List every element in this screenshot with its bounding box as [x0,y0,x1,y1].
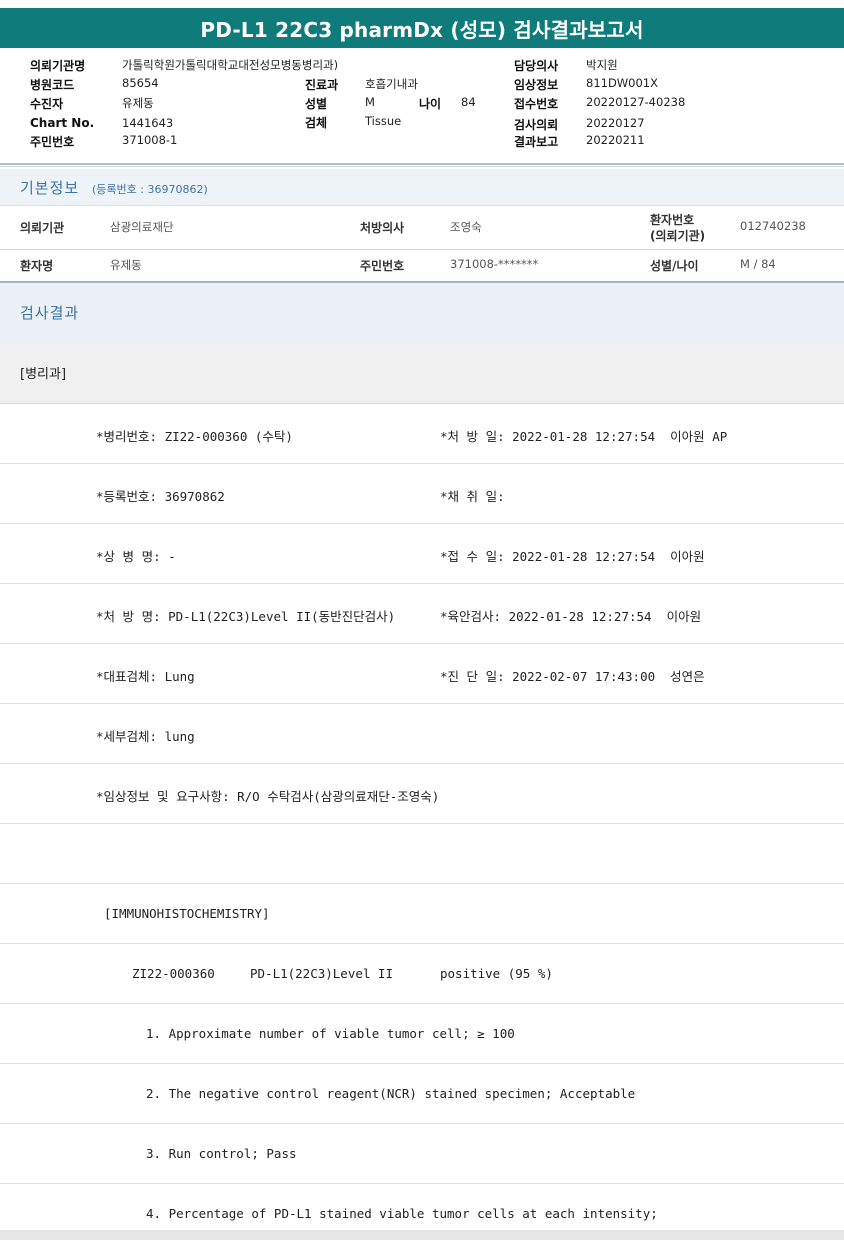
prescribing-doctor-value: 조영숙 [450,220,482,234]
pathology-dept-header: [병리과] [0,343,844,404]
rrn-row-label: 주민번호 [360,259,405,273]
blank-line [0,824,844,884]
ihc-item: 1. Approximate number of viable tumor ce… [146,1026,515,1041]
report-title: PD-L1 22C3 pharmDx (성모) 검사결과보고서 [0,8,844,48]
report-date-label: 결과보고 [514,135,559,149]
institution-label: 의뢰기관명 [30,59,86,73]
ihc-specimen-id: ZI22-000360 [132,966,215,981]
ihc-item: 3. Run control; Pass [146,1146,297,1161]
ihc-result-line: ZI22-000360 PD-L1(22C3)Level II positive… [0,944,844,1004]
ihc-item: 4. Percentage of PD-L1 stained viable tu… [146,1206,658,1221]
header-divider-thin [0,166,844,167]
age-label: 나이 [419,97,442,111]
result-line-right: *처 방 일: 2022-01-28 12:27:54 이아원 AP [440,429,728,444]
dept-value: 호흡기내과 [365,77,418,91]
clinical-value: 811DW001X [586,76,659,90]
report-date-value: 20220211 [586,133,645,147]
result-line: *병리번호: ZI22-000360 (수탁) *처 방 일: 2022-01-… [0,404,844,464]
patient-number-label: 환자번호 [650,213,695,227]
result-line: *처 방 명: PD-L1(22C3)Level II(동반진단검사) *육안검… [0,584,844,644]
result-line-left: *상 병 명: - [96,549,176,564]
result-line-right: *육안검사: 2022-01-28 12:27:54 이아원 [440,609,702,624]
chart-value: 1441643 [122,116,174,130]
result-line-right: *접 수 일: 2022-01-28 12:27:54 이아원 [440,549,705,564]
requesting-institution-label: 의뢰기관 [20,221,65,235]
rrn-row-value: 371008-******* [450,257,539,271]
ihc-header: [IMMUNOHISTOCHEMISTRY] [104,906,270,921]
specimen-value: Tissue [365,114,402,128]
sex-age-value: M / 84 [740,257,776,271]
ihc-item-line: 1. Approximate number of viable tumor ce… [0,1004,844,1064]
specimen-label: 검체 [305,116,328,130]
basic-info-row-1: 의뢰기관 삼광의료재단 처방의사 조영숙 환자번호 (의뢰기관) 0127402… [0,205,844,250]
ihc-header-line: [IMMUNOHISTOCHEMISTRY] [0,884,844,944]
doctor-label: 담당의사 [514,59,559,73]
receipt-label: 접수번호 [514,97,559,111]
result-line-left: *세부검체: lung [96,729,195,744]
receipt-value: 20220127-40238 [586,95,686,109]
patient-number-value: 012740238 [740,219,806,233]
result-line: *대표검체: Lung *진 단 일: 2022-02-07 17:43:00 … [0,644,844,704]
registration-number: (등록번호 : 36970862) [92,183,208,196]
result-line-right: *채 취 일: [440,489,505,504]
patient-name-value: 유제동 [110,258,142,272]
rrn-label: 주민번호 [30,135,75,149]
dept-label: 진료과 [305,78,339,92]
result-line-left: *등록번호: 36970862 [96,489,225,504]
result-line-left: *병리번호: ZI22-000360 (수탁) [96,429,293,444]
ihc-result-value: positive (95 %) [440,966,553,981]
basic-info-row-2: 환자명 유제동 주민번호 371008-******* 성별/나이 M / 84 [0,250,844,280]
header-divider [0,163,844,165]
ihc-item-line: 4. Percentage of PD-L1 stained viable tu… [0,1184,844,1230]
result-line-left: *대표검체: Lung [96,669,195,684]
pathology-dept-label: [병리과] [20,367,67,382]
sex-label: 성별 [305,97,328,111]
result-line: *상 병 명: - *접 수 일: 2022-01-28 12:27:54 이아… [0,524,844,584]
ihc-item-line: 3. Run control; Pass [0,1124,844,1184]
request-label: 검사의뢰 [514,118,559,132]
ihc-item-line: 2. The negative control reagent(NCR) sta… [0,1064,844,1124]
report-header: 의뢰기관명 가톨릭학원가톨릭대학교대전성모병동병리과) 담당의사 박지원 병원코… [0,48,844,166]
sex-age-label: 성별/나이 [650,259,699,273]
ihc-test-name: PD-L1(22C3)Level II [250,966,393,981]
basic-info-header: 기본정보 (등록번호 : 36970862) [0,169,844,206]
sex-value: M [365,95,375,109]
rrn-value: 371008-1 [122,133,178,147]
age-value: 84 [461,95,476,109]
test-results-header: 검사결과 [0,281,844,345]
hospital-code-label: 병원코드 [30,78,75,92]
patient-label: 수진자 [30,97,64,111]
result-line-left: *처 방 명: PD-L1(22C3)Level II(동반진단검사) [96,609,396,624]
result-line-right: *진 단 일: 2022-02-07 17:43:00 성연은 [440,669,705,684]
result-line: *임상정보 및 요구사항: R/O 수탁검사(삼광의료재단-조영숙) [0,764,844,824]
patient-value: 유제동 [122,96,154,110]
patient-name-label: 환자명 [20,259,54,273]
chart-label: Chart No. [30,116,95,130]
prescribing-doctor-label: 처방의사 [360,221,405,235]
result-line-left: *임상정보 및 요구사항: R/O 수탁검사(삼광의료재단-조영숙) [96,789,440,804]
test-results-title: 검사결과 [20,304,80,322]
requesting-institution-value: 삼광의료재단 [110,220,174,234]
result-line: *세부검체: lung [0,704,844,764]
bottom-scroll-area[interactable] [0,1230,844,1240]
hospital-code-value: 85654 [122,76,159,90]
ihc-item: 2. The negative control reagent(NCR) sta… [146,1086,636,1101]
basic-info-title: 기본정보 [20,179,80,197]
clinical-label: 임상정보 [514,78,559,92]
request-value: 20220127 [586,116,645,130]
result-line: *등록번호: 36970862 *채 취 일: [0,464,844,524]
doctor-value: 박지원 [586,58,618,72]
patient-number-sublabel: (의뢰기관) [650,229,706,243]
institution-value: 가톨릭학원가톨릭대학교대전성모병동병리과) [122,58,339,72]
